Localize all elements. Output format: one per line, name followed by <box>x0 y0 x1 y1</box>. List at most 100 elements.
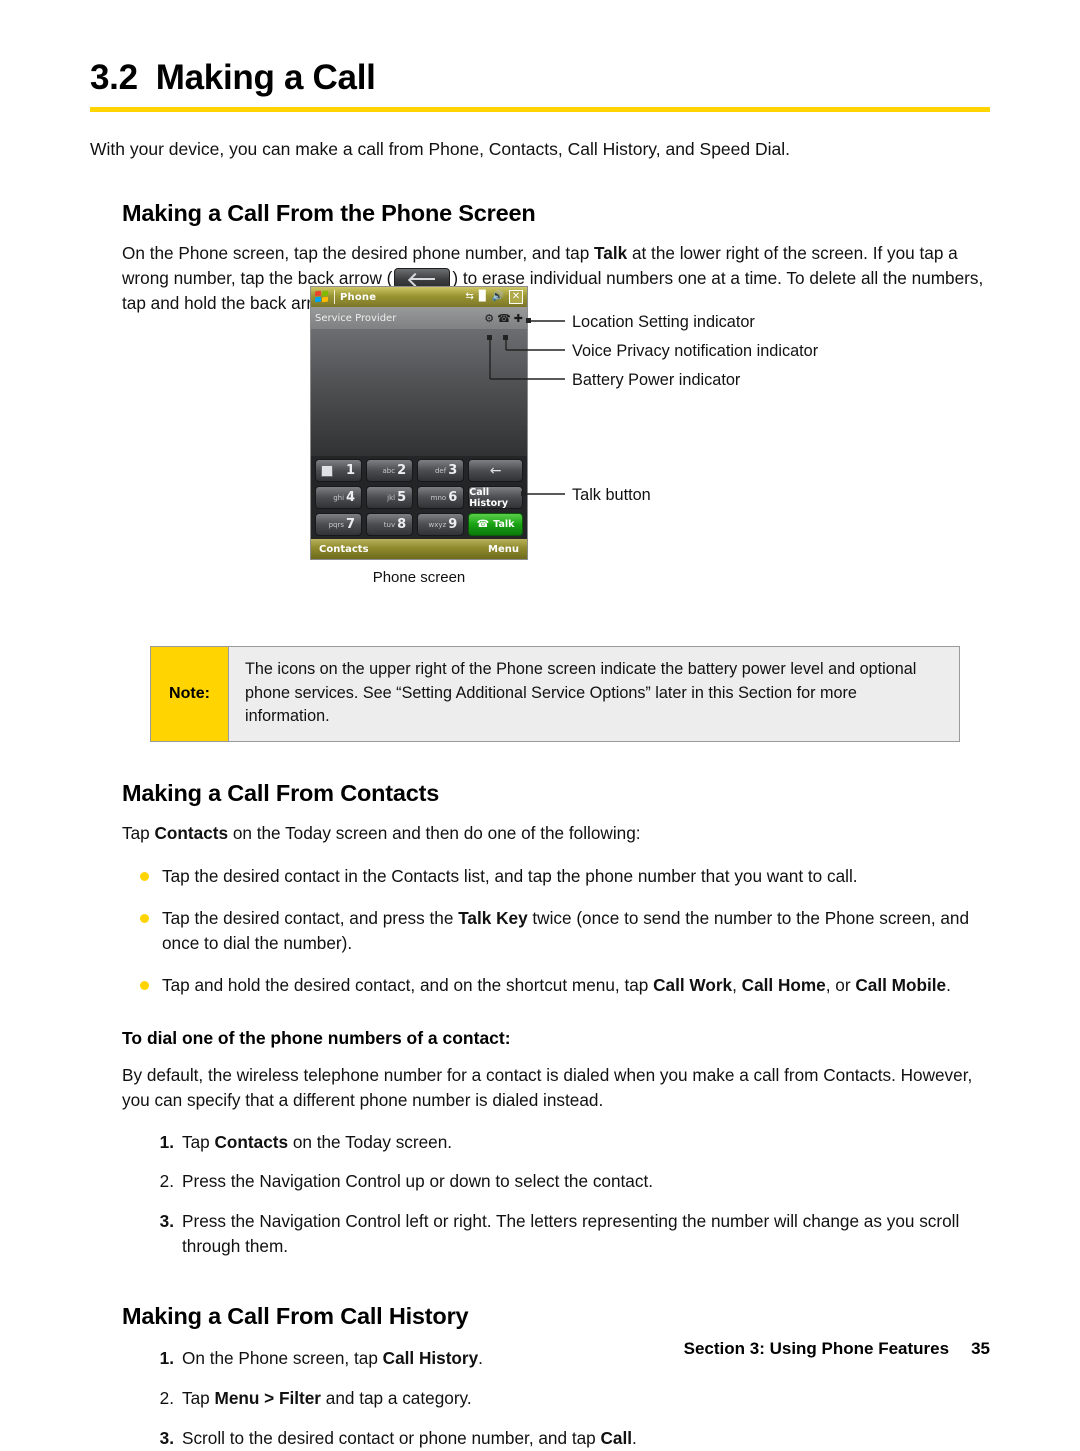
key-7[interactable]: pqrs 7 <box>315 513 363 536</box>
callout-location-setting: Location Setting indicator <box>572 313 755 331</box>
titlebar-icons: ⇆ ▉ 🔊 ✕ <box>465 290 525 304</box>
key-3[interactable]: def 3 <box>417 459 465 482</box>
history-step-1-run-1: Menu > Filter <box>214 1388 321 1409</box>
paragraph-contacts-lead: Tap Contacts on the Today screen and the… <box>122 821 990 846</box>
bullet-2-run-6: . <box>946 975 951 996</box>
bullet-2-run-3: Call Home <box>741 975 826 996</box>
key-label: Talk <box>493 519 515 530</box>
battery-power-icon[interactable]: ✚ <box>514 313 523 324</box>
callout-voice-privacy: Voice Privacy notification indicator <box>572 342 819 360</box>
history-step-2-run-1: Call <box>600 1428 633 1449</box>
service-provider-bar: Service Provider ⚙ ☎ ✚ <box>311 307 527 329</box>
phone-screen-figure: Phone ⇆ ▉ 🔊 ✕ Service Provider ⚙ ☎ ✚ 1 ab… <box>310 286 528 586</box>
bullet-2-run-1: Call Work <box>653 975 733 996</box>
key-digit: 2 <box>397 463 407 478</box>
heading-contacts: Making a Call From Contacts <box>122 779 440 806</box>
history-step-0-run-1: Call History <box>382 1348 479 1369</box>
contacts-step-0-run-2: on the Today screen. <box>288 1131 453 1152</box>
device-titlebar: Phone ⇆ ▉ 🔊 ✕ <box>311 287 527 307</box>
history-step-0-run-2: . <box>478 1348 483 1369</box>
key-4[interactable]: ghi 4 <box>315 486 363 509</box>
history-step-1-run-2: and tap a category. <box>320 1388 472 1409</box>
key-5[interactable]: jkl 5 <box>366 486 414 509</box>
handset-icon: ☎ <box>476 519 490 530</box>
contacts-step-0-run-1: Contacts <box>214 1131 289 1152</box>
key-digit: 8 <box>397 517 407 532</box>
list-item: Tap and hold the desired contact, and on… <box>90 973 990 998</box>
list-item: 1. Tap Contacts on the Today screen. <box>90 1130 990 1155</box>
list-item: 3. Press the Navigation Control left or r… <box>90 1209 990 1259</box>
list-item: 2. Tap Menu > Filter and tap a category. <box>90 1386 990 1411</box>
list-item: 3. Scroll to the desired contact or phone… <box>90 1426 990 1451</box>
key-digit: 1 <box>346 463 356 478</box>
key-9[interactable]: wxyz 9 <box>417 513 465 536</box>
status-indicator-group: ⚙ ☎ ✚ <box>484 313 523 324</box>
signal-icon[interactable]: ▉ <box>479 292 487 302</box>
lead-bold-contacts: Contacts <box>154 822 229 843</box>
key-talk[interactable]: ☎ Talk <box>468 513 523 536</box>
heading-phone-screen: Making a Call From the Phone Screen <box>122 199 536 226</box>
callout-battery-power: Battery Power indicator <box>572 371 741 389</box>
history-step-0-run-0: On the Phone screen, tap <box>182 1348 383 1369</box>
paragraph-dial-number: By default, the wireless telephone numbe… <box>122 1064 973 1111</box>
contacts-step-1-run-0: Press the Navigation Control up or down … <box>182 1171 654 1192</box>
note-tag: Note: <box>151 647 229 741</box>
voice-privacy-icon[interactable]: ☎ <box>497 313 511 324</box>
figure-caption: Phone screen <box>372 569 466 586</box>
location-setting-icon[interactable]: ⚙ <box>484 313 494 324</box>
key-call-history[interactable]: Call History <box>468 486 523 509</box>
history-step-2-run-0: Scroll to the desired contact or phone n… <box>182 1428 601 1449</box>
volume-icon[interactable]: 🔊 <box>492 292 504 302</box>
para-bold-talk: Talk <box>594 242 628 263</box>
key-digit: 6 <box>448 490 458 505</box>
bullet-2-run-4: , or <box>825 975 856 996</box>
history-step-2-run-2: . <box>632 1428 637 1449</box>
para-text-1: On the Phone screen, tap the desired pho… <box>122 242 595 263</box>
key-label: Call History <box>469 486 509 509</box>
contacts-step-0-run-0: Tap <box>182 1131 215 1152</box>
dial-display-area <box>311 329 527 456</box>
device-softkey-bar: Contacts Menu <box>311 539 527 559</box>
list-item: Tap the desired contact in the Contacts … <box>90 864 990 889</box>
keypad-row: pqrs 7 tuv 8 wxyz 9 ☎ Talk <box>315 513 523 536</box>
connectivity-icon[interactable]: ⇆ <box>465 292 473 302</box>
footer-section-text: Section 3: Using Phone Features <box>683 1339 950 1358</box>
list-item: 2. Press the Navigation Control up or dow… <box>90 1169 990 1194</box>
key-1[interactable]: 1 <box>315 459 363 482</box>
contacts-bullet-list: Tap the desired contact in the Contacts … <box>90 864 990 998</box>
contacts-step-number: 3. <box>159 1211 174 1232</box>
bullet-2-run-2: , <box>732 975 742 996</box>
titlebar-divider <box>334 290 335 304</box>
contacts-step-number: 1. <box>159 1131 174 1152</box>
key-letters: wxyz <box>428 520 447 529</box>
service-provider-label: Service Provider <box>315 312 397 324</box>
key-6[interactable]: mno 6 <box>417 486 465 509</box>
keypad-row: 1 abc 2 def 3 <box>315 459 523 482</box>
softkey-menu[interactable]: Menu <box>488 544 519 555</box>
key-8[interactable]: tuv 8 <box>366 513 414 536</box>
paragraph-phone-screen: On the Phone screen, tap the desired pho… <box>122 241 990 317</box>
document-page: 3.2 Making a Call With your device, you … <box>0 0 1080 1448</box>
contacts-step-list: 1. Tap Contacts on the Today screen. 2. Pre… <box>90 1130 990 1260</box>
key-letters: def <box>434 466 447 475</box>
list-item: Tap the desired contact, and press the T… <box>90 906 990 956</box>
back-arrow-key[interactable] <box>468 459 523 482</box>
heading-dial-number: To dial one of the phone numbers of a co… <box>122 1027 511 1048</box>
key-letters: abc <box>382 466 396 475</box>
section-title: Making a Call <box>155 58 376 97</box>
callout-talk-button: Talk button <box>572 486 651 504</box>
history-step-1-run-0: Tap <box>182 1388 215 1409</box>
device-mockup: Phone ⇆ ▉ 🔊 ✕ Service Provider ⚙ ☎ ✚ 1 ab… <box>310 286 528 560</box>
history-step-number: 1. <box>159 1348 174 1369</box>
page-title: 3.2 Making a Call <box>90 58 990 98</box>
keypad-row: ghi 4 jkl 5 mno 6 Call History <box>315 486 523 509</box>
key-letters: mno <box>430 493 447 502</box>
heading-call-history: Making a Call From Call History <box>122 1303 469 1330</box>
contacts-step-number: 2. <box>159 1171 174 1192</box>
key-2[interactable]: abc 2 <box>366 459 414 482</box>
key-letters: pqrs <box>328 520 345 529</box>
softkey-contacts[interactable]: Contacts <box>319 544 369 555</box>
close-icon[interactable]: ✕ <box>509 290 523 304</box>
section-number: 3.2 <box>90 58 138 97</box>
lead-text-1: Tap <box>122 822 155 843</box>
